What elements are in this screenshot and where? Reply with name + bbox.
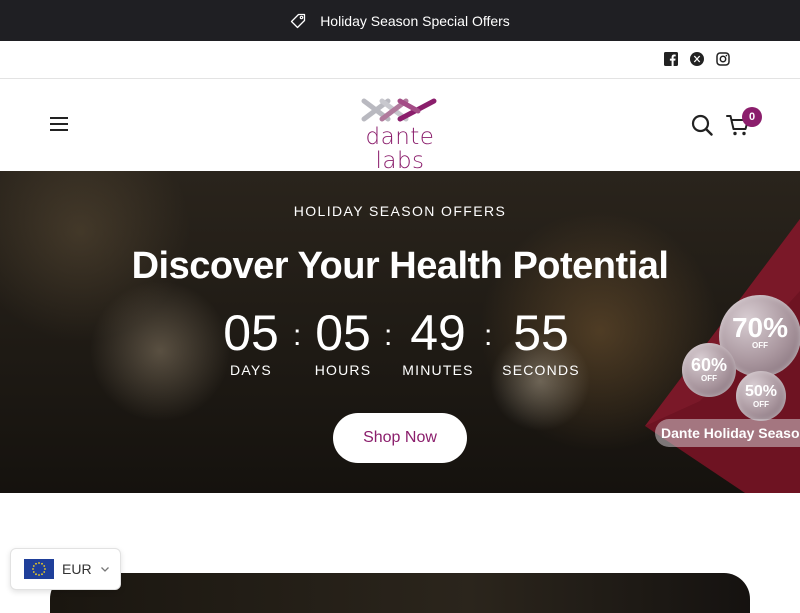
secondary-banner[interactable] (50, 573, 750, 613)
countdown-minutes: 49 MINUTES (400, 305, 476, 379)
countdown-minutes-value: 49 (410, 305, 466, 361)
discount-badge-60: 60% OFF (682, 343, 736, 397)
hero-eyebrow: HOLIDAY SEASON OFFERS (293, 203, 507, 219)
promo-season-label: Dante Holiday Season (655, 419, 800, 447)
announcement-text[interactable]: Holiday Season Special Offers (320, 13, 510, 29)
countdown-days: 05 DAYS (220, 305, 282, 379)
countdown-minutes-label: MINUTES (402, 362, 474, 378)
logo-mark-icon (361, 98, 437, 122)
cart-count-badge: 0 (742, 107, 762, 127)
chevron-down-icon (100, 567, 109, 572)
countdown-separator: : (293, 319, 302, 352)
dante-labs-logo[interactable]: dante labs (340, 97, 460, 173)
site-header: dante labs 0 (0, 79, 800, 173)
discount-50-off: OFF (753, 400, 769, 409)
discount-50-value: 50% (744, 383, 778, 400)
instagram-icon[interactable] (716, 52, 730, 66)
countdown-hours-value: 05 (315, 305, 371, 361)
tag-icon (291, 13, 306, 28)
countdown-timer: 05 DAYS : 05 HOURS : 49 MINUTES : 55 SEC… (220, 305, 580, 381)
countdown-separator: : (484, 319, 493, 352)
countdown-days-value: 05 (223, 305, 279, 361)
discount-60-off: OFF (701, 374, 717, 383)
search-icon[interactable] (691, 114, 713, 136)
shop-now-button[interactable]: Shop Now (333, 413, 467, 463)
discount-badge-50: 50% OFF (736, 371, 786, 421)
countdown-seconds-label: SECONDS (502, 362, 580, 378)
currency-code: EUR (62, 561, 92, 577)
hamburger-icon[interactable] (50, 117, 68, 131)
countdown-seconds-value: 55 (513, 305, 569, 361)
countdown-hours: 05 HOURS (308, 305, 378, 379)
hero-banner: HOLIDAY SEASON OFFERS Discover Your Heal… (0, 171, 800, 493)
countdown-hours-label: HOURS (314, 362, 372, 378)
countdown-seconds: 55 SECONDS (500, 305, 582, 379)
logo-wordmark: dante labs (365, 124, 435, 174)
x-icon[interactable] (690, 52, 704, 66)
facebook-icon[interactable] (664, 52, 678, 66)
eu-flag-icon (24, 559, 54, 579)
social-bar (0, 41, 800, 79)
hero-title: Discover Your Health Potential (131, 245, 669, 287)
countdown-days-label: DAYS (230, 362, 272, 378)
currency-selector[interactable]: EUR (10, 548, 121, 590)
discount-70-value: 70% (731, 312, 789, 343)
discount-60-value: 60% (690, 355, 728, 375)
countdown-separator: : (384, 319, 393, 352)
announcement-bar: Holiday Season Special Offers (0, 0, 800, 41)
